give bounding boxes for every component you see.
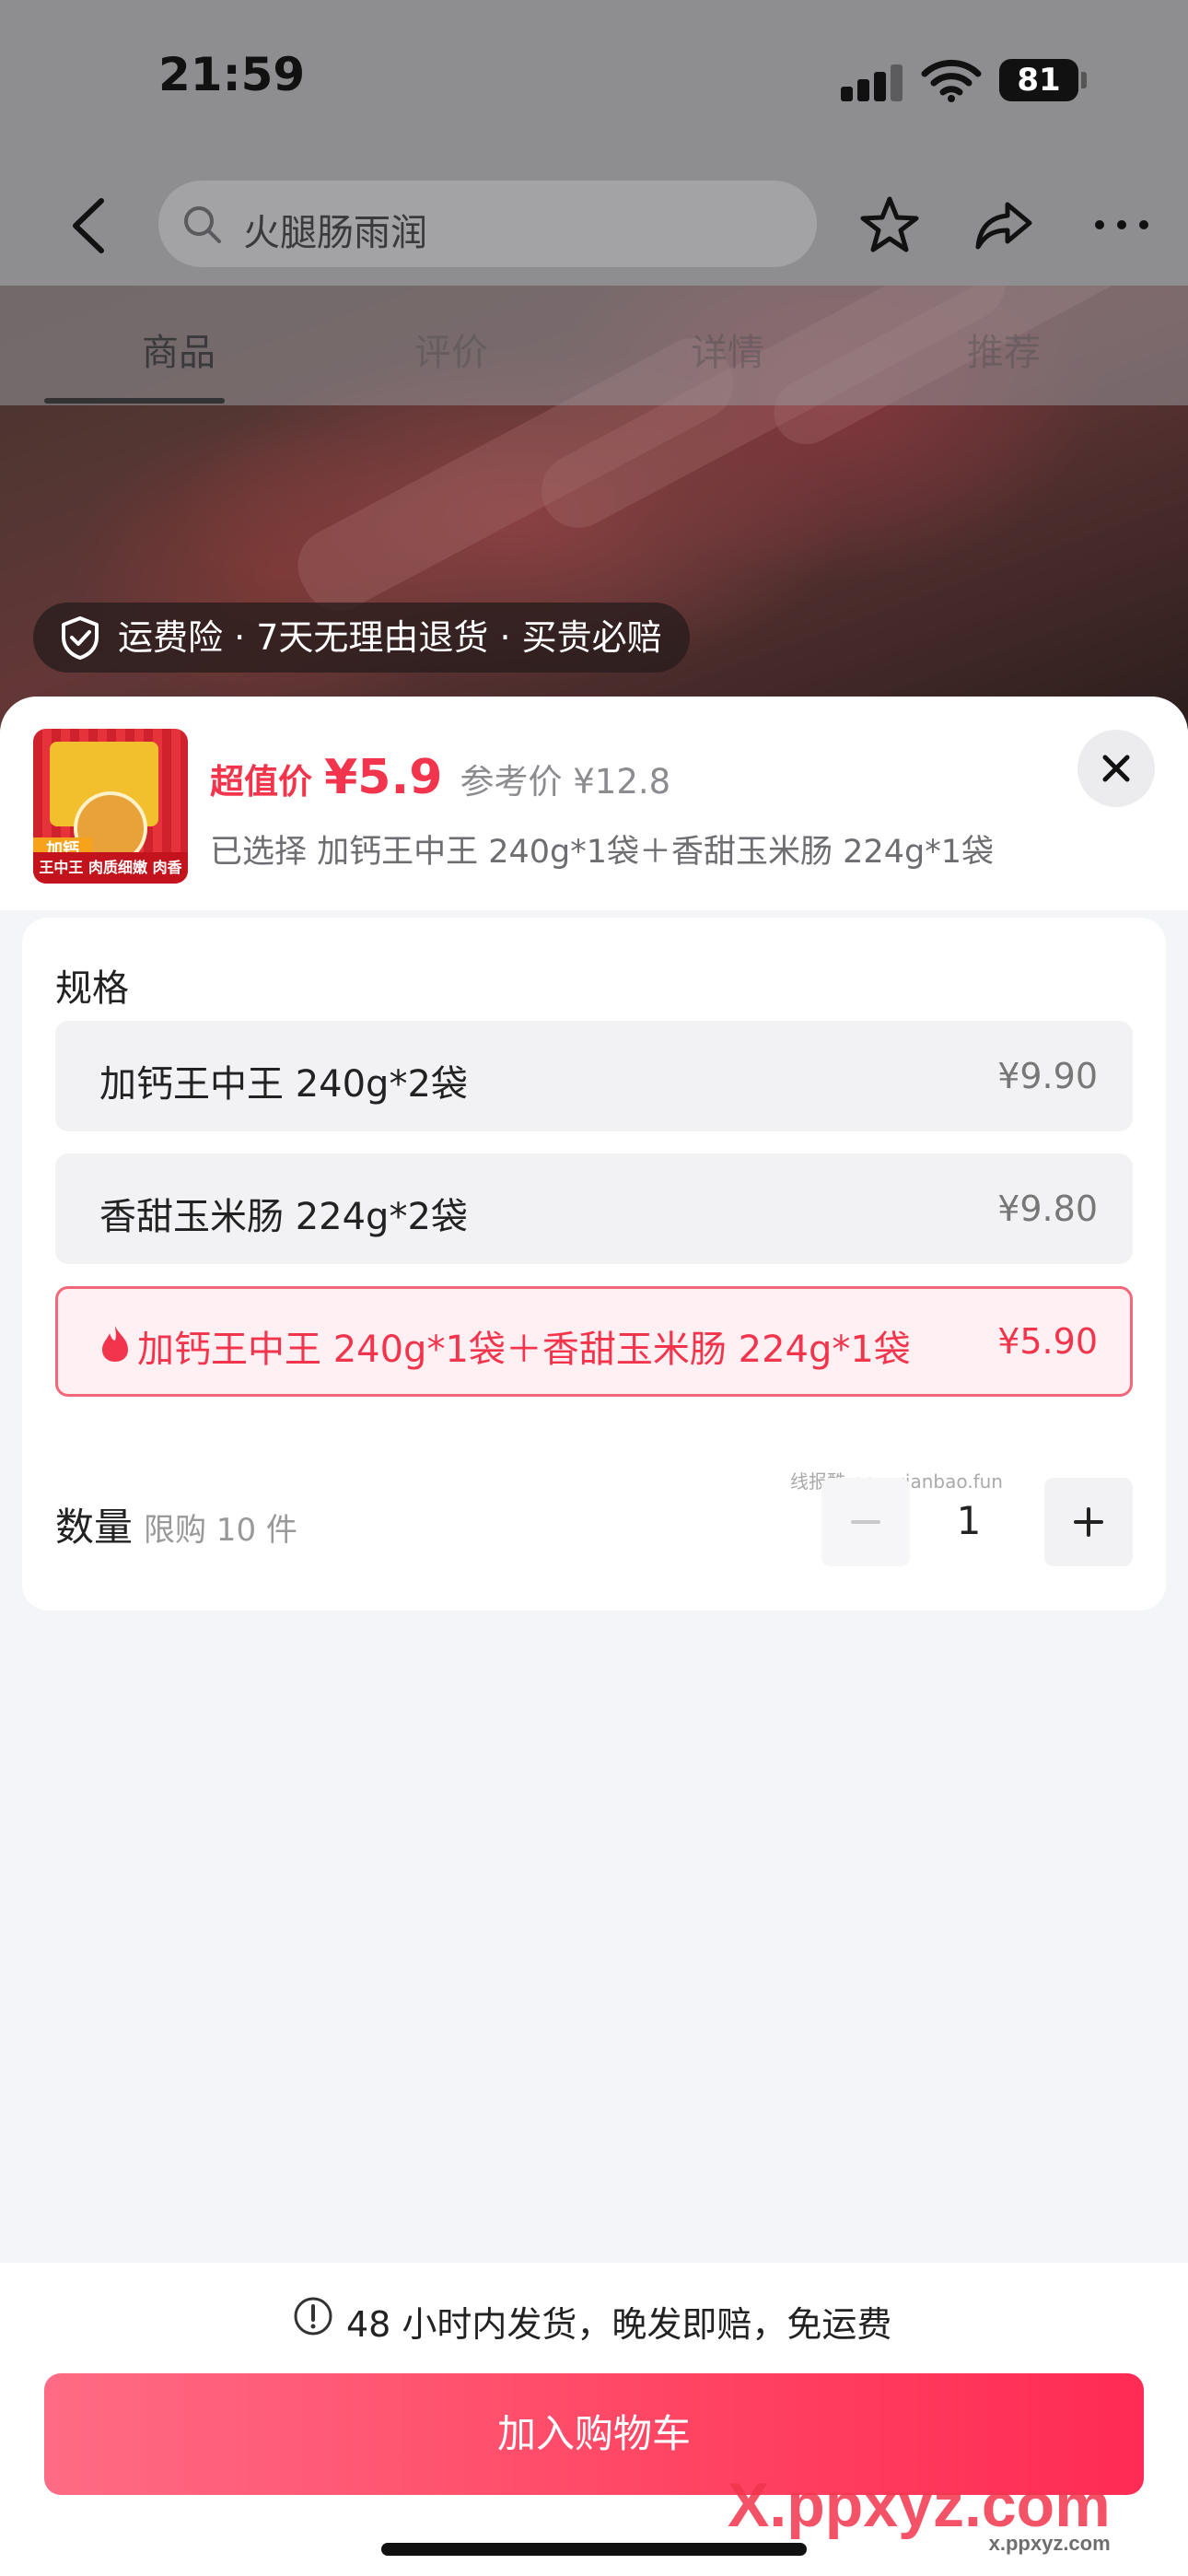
close-icon [1102,755,1130,782]
price-value: ¥5.9 [324,750,443,805]
quantity-limit: 限购 10 件 [144,1512,297,1549]
close-button[interactable] [1077,730,1155,807]
sku-bottom-sheet: 加钙 王中王 肉质细嫩 肉香浓郁 超值价 ¥5.9 参考价 ¥12.8 已选择 … [0,697,1188,2576]
spec-card: 规格 加钙王中王 240g*2袋 ¥9.90 香甜玉米肠 224g*2袋 ¥9.… [22,918,1166,1610]
spec-option-3-selected[interactable]: 加钙王中王 240g*1袋＋香甜玉米肠 224g*1袋 ¥5.90 [55,1286,1133,1397]
battery-indicator: 81 [999,59,1078,101]
tab-active-indicator [44,398,225,404]
spec-option-price: ¥5.90 [997,1321,1098,1362]
quantity-increase-button[interactable] [1044,1478,1133,1566]
spec-option-price: ¥9.80 [997,1188,1098,1229]
spec-option-label: 加钙王中王 240g*1袋＋香甜玉米肠 224g*1袋 [137,1329,911,1371]
service-guarantee-pill[interactable]: 运费险 · 7天无理由退货 · 买贵必赔 [33,603,690,673]
minus-icon [851,1520,880,1524]
quantity-decrease-button[interactable] [821,1478,910,1566]
quantity-label: 数量 [55,1505,134,1550]
selected-summary: 已选择 加钙王中王 240g*1袋＋香甜玉米肠 224g*1袋 [210,834,994,871]
spec-option-label: 香甜玉米肠 224g*2袋 [99,1196,468,1238]
shipping-notice-text: 48 小时内发货，晚发即赔，免运费 [346,2304,892,2345]
search-text: 火腿肠雨润 [243,212,427,254]
flame-icon [102,1326,128,1362]
tab-recommend[interactable]: 推荐 [967,322,1041,376]
price-label: 超值价 [210,762,312,802]
battery-cap [1081,72,1087,88]
star-icon[interactable] [856,192,923,258]
spec-option-2[interactable]: 香甜玉米肠 224g*2袋 ¥9.80 [55,1153,1133,1264]
product-thumbnail: 加钙 王中王 肉质细嫩 肉香浓郁 [33,729,188,884]
quantity-value[interactable]: 1 [941,1498,996,1543]
tab-details[interactable]: 详情 [691,322,764,376]
wifi-icon [921,59,982,102]
back-icon[interactable] [64,193,114,258]
spec-title: 规格 [55,967,129,1010]
spec-option-label: 加钙王中王 240g*2袋 [99,1063,468,1106]
service-text: 运费险 · 7天无理由退货 · 买贵必赔 [118,617,662,658]
sheet-header: 加钙 王中王 肉质细嫩 肉香浓郁 超值价 ¥5.9 参考价 ¥12.8 已选择 … [0,697,1188,910]
tab-product[interactable]: 商品 [142,322,215,376]
info-icon [294,2297,332,2336]
more-icon[interactable] [1089,192,1155,258]
share-icon[interactable] [971,192,1037,258]
home-indicator [381,2543,807,2556]
status-time: 21:59 [158,48,306,101]
plus-icon [1074,1507,1103,1537]
search-input[interactable]: 火腿肠雨润 [158,181,817,267]
search-icon [184,206,221,243]
price-row: 超值价 ¥5.9 参考价 ¥12.8 [210,750,670,805]
spec-option-price: ¥9.90 [997,1056,1098,1096]
signal-icon [841,64,903,101]
thumb-label: 王中王 肉质细嫩 肉香浓郁 [33,852,188,884]
corner-watermark-brand: X.ppxyz.com [728,2470,1111,2540]
reference-price: 参考价 ¥12.8 [460,762,671,802]
tab-reviews[interactable]: 评价 [414,322,488,376]
shield-check-icon [62,616,99,660]
spec-option-1[interactable]: 加钙王中王 240g*2袋 ¥9.90 [55,1021,1133,1131]
